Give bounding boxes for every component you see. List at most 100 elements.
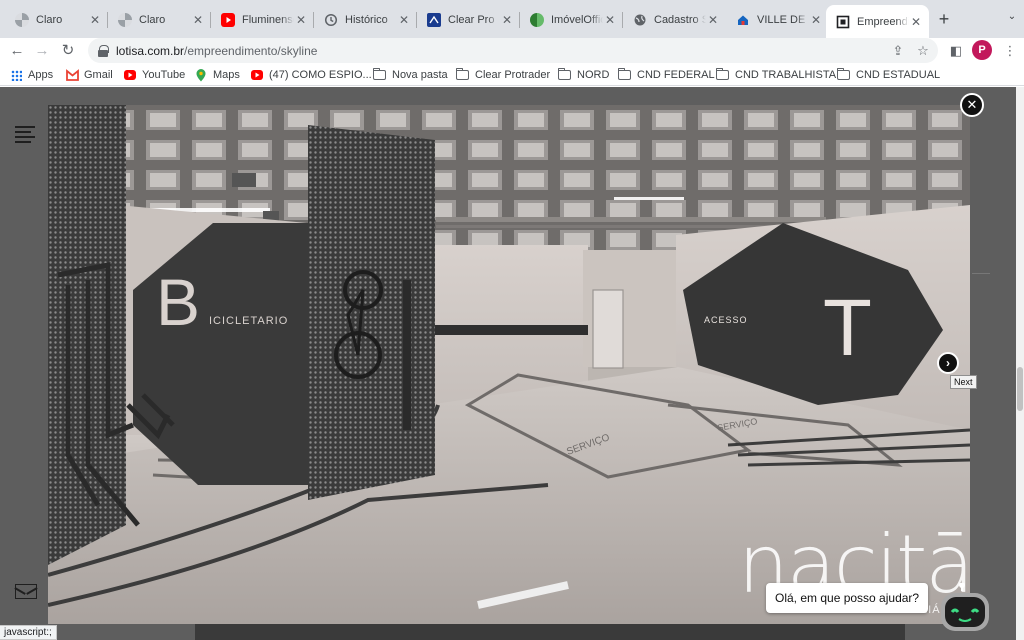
bookmark-label: Nova pasta (392, 69, 448, 81)
tab-claro-2[interactable]: Claro ✕ (108, 5, 211, 34)
tab-title: Cadastro S (654, 13, 706, 26)
folder-icon (716, 68, 729, 80)
browser-menu-icon[interactable]: ⋮ (1000, 41, 1020, 61)
chatbot-robot-icon[interactable] (935, 582, 997, 631)
folder-icon (373, 68, 386, 80)
profile-avatar[interactable]: P (972, 40, 992, 60)
house-icon (736, 13, 750, 27)
close-icon[interactable]: ✕ (397, 13, 411, 27)
close-icon[interactable]: ✕ (706, 13, 720, 27)
close-icon[interactable]: ✕ (603, 13, 617, 27)
hamburger-menu-icon[interactable] (15, 126, 35, 143)
back-button[interactable]: ← (6, 40, 28, 62)
lightbox-next-button[interactable]: › (937, 352, 959, 374)
youtube-icon (251, 70, 263, 80)
folder-icon (456, 68, 469, 80)
close-icon[interactable]: ✕ (809, 13, 823, 27)
lightbox-image[interactable]: SERVIÇO SERVIÇO B ICICLETARIO T ACESSO (48, 105, 970, 624)
bookmark-clear-protrader[interactable]: Clear Protrader (456, 67, 550, 83)
tab-title: Empreendi (857, 15, 909, 28)
bookmark-apps[interactable]: Apps (11, 67, 53, 83)
reload-button[interactable]: ↻ (57, 40, 79, 62)
bookmarks-bar: Apps Gmail YouTube Maps (47) COMO ESPIO.… (0, 64, 1024, 86)
sign-text-bicicletario: ICICLETARIO (209, 315, 288, 327)
sign-text-acesso: ACESSO (704, 315, 748, 325)
bookmark-nord[interactable]: NORD (558, 67, 609, 83)
bookmark-label: (47) COMO ESPIO... (269, 69, 372, 81)
maps-pin-icon (195, 69, 207, 82)
status-bar-url: javascript:; (0, 625, 57, 640)
tab-title: VILLE DE L (757, 13, 809, 26)
tab-empreendimento[interactable]: Empreendi ✕ (826, 5, 929, 38)
tab-historico[interactable]: Histórico ✕ (314, 5, 417, 34)
bookmark-gmail[interactable]: Gmail (66, 67, 113, 83)
tab-title: Clear Pro (448, 13, 495, 26)
mail-icon[interactable] (15, 584, 37, 599)
sign-letter-t: T (823, 283, 872, 372)
tab-title: ImóvelOffice (551, 13, 603, 26)
close-icon[interactable]: ✕ (294, 13, 308, 27)
tab-title: Claro (36, 13, 63, 26)
bookmark-maps[interactable]: Maps (195, 67, 240, 83)
bookmark-label: CND TRABALHISTA (735, 69, 837, 81)
url-path: /empreendimento/skyline (184, 43, 318, 58)
bookmark-label: YouTube (142, 69, 186, 81)
bookmark-star-icon[interactable]: ☆ (913, 41, 933, 61)
lightbox-close-button[interactable]: ✕ (960, 93, 984, 117)
new-tab-button[interactable]: + (934, 9, 954, 29)
globe-icon (633, 13, 647, 27)
bike-room-render: SERVIÇO SERVIÇO B ICICLETARIO T ACESSO (48, 105, 970, 624)
chat-greeting-bubble[interactable]: Olá, em que posso ajudar? (766, 583, 929, 613)
address-bar[interactable]: lotisa.com.br/empreendimento/skyline (88, 38, 938, 63)
folder-icon (618, 68, 631, 80)
bookmark-cnd-estadual[interactable]: CND ESTADUAL (837, 67, 940, 83)
folder-icon (558, 68, 571, 80)
tab-claro-1[interactable]: Claro ✕ (5, 5, 108, 34)
close-icon[interactable]: ✕ (88, 13, 102, 27)
url-host: lotisa.com.br (116, 43, 185, 58)
youtube-icon (124, 70, 136, 80)
tab-imoveloffice[interactable]: ImóvelOffice ✕ (520, 5, 623, 34)
gallery-thumbnail-strip (195, 624, 905, 640)
sidebar-toggle-icon[interactable]: ◧ (946, 41, 966, 61)
folder-icon (837, 68, 850, 80)
wall-stripe (428, 325, 588, 335)
next-tooltip: Next (950, 375, 977, 389)
page-scrollbar[interactable] (1016, 87, 1024, 640)
tab-cadastro[interactable]: Cadastro S ✕ (623, 5, 726, 34)
history-icon (324, 13, 338, 27)
bookmark-cnd-trabalhista[interactable]: CND TRABALHISTA (716, 67, 836, 83)
tab-title: Claro (139, 13, 166, 26)
bookmark-label: CND FEDERAL (637, 69, 715, 81)
youtube-icon (221, 12, 235, 27)
tab-title: Histórico (345, 13, 388, 26)
bookmark-nova-pasta[interactable]: Nova pasta (373, 67, 448, 83)
gmail-icon (66, 69, 79, 81)
lock-icon[interactable] (98, 44, 109, 57)
close-icon[interactable]: ✕ (909, 15, 923, 29)
spinner-icon (118, 12, 132, 27)
close-icon[interactable]: ✕ (191, 13, 205, 27)
spinner-icon (15, 12, 29, 27)
bookmark-como-espio[interactable]: (47) COMO ESPIO... (251, 67, 372, 83)
imoveloffice-icon (530, 12, 544, 27)
tab-title: Fluminense (242, 13, 294, 26)
bookmark-label: CND ESTADUAL (856, 69, 941, 81)
share-icon[interactable]: ⇪ (888, 41, 908, 61)
apps-grid-icon (11, 69, 22, 81)
tab-fluminense[interactable]: Fluminense ✕ (211, 5, 314, 34)
bookmark-label: Apps (28, 69, 54, 81)
site-logo-icon (836, 15, 850, 29)
close-icon[interactable]: ✕ (500, 13, 514, 27)
scrollbar-thumb[interactable] (1017, 367, 1023, 411)
forward-button[interactable]: → (31, 40, 53, 62)
bookmark-label: NORD (577, 69, 610, 81)
perforated-screen-center (308, 125, 435, 500)
divider-line (972, 273, 990, 274)
bookmark-cnd-federal[interactable]: CND FEDERAL (618, 67, 715, 83)
tab-clear-pro[interactable]: Clear Pro ✕ (417, 5, 520, 34)
tab-search-chevron-icon[interactable]: ⌄ (1004, 11, 1020, 27)
browser-toolbar: ← → ↻ lotisa.com.br/empreendimento/skyli… (0, 38, 1024, 64)
bookmark-youtube[interactable]: YouTube (124, 67, 185, 83)
tab-ville[interactable]: VILLE DE L ✕ (726, 5, 829, 34)
